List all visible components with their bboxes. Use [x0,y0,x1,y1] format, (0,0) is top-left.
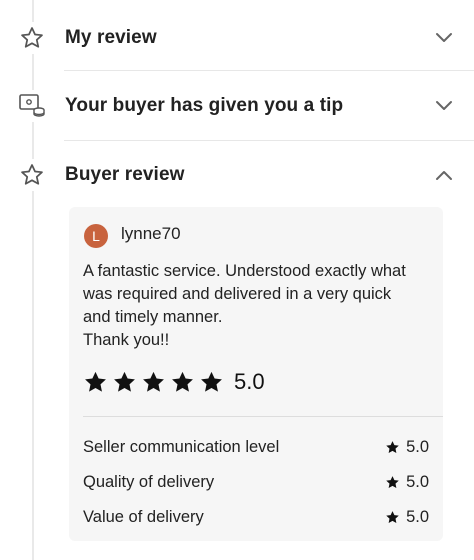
chevron-down-icon[interactable] [434,96,454,116]
rating-row-value: Value of delivery 5.0 [83,505,429,529]
card-divider [83,416,443,417]
star-outline-icon [16,159,48,191]
review-text-line: A fantastic service. Understood exactly … [83,262,406,280]
star-icon [143,371,164,392]
tip-money-icon [16,90,48,122]
chevron-down-icon[interactable] [434,28,454,48]
rating-row-communication: Seller communication level 5.0 [83,435,429,459]
rating-label: Value of delivery [83,507,204,526]
rating-value: 5.0 [385,438,429,457]
overall-star-rating: 5.0 [83,369,265,395]
star-icon [85,371,106,392]
review-text-line: was required and delivered in a very qui… [83,285,392,303]
section-divider [64,70,474,71]
star-icon [201,371,222,392]
avatar[interactable]: L [84,224,108,248]
chevron-up-icon[interactable] [434,165,454,185]
section-buyer-review[interactable]: Buyer review [0,141,474,209]
rating-label: Quality of delivery [83,472,215,491]
review-card: L lynne70 A fantastic service. Understoo… [69,207,443,541]
section-title: Your buyer has given you a tip [65,95,344,116]
review-text-line: Thank you!! [83,331,170,349]
star-icon [386,510,399,523]
star-icon [172,371,193,392]
star-icon [114,371,135,392]
section-title: Buyer review [65,164,185,185]
star-icon [386,475,399,488]
rating-number: 5.0 [406,472,429,491]
rating-number: 5.0 [406,507,429,526]
review-text: A fantastic service. Understood exactly … [83,260,433,352]
rating-number: 5.0 [406,437,429,456]
rating-value: 5.0 [385,473,429,492]
overall-rating-value: 5.0 [234,369,265,394]
section-title: My review [65,27,157,48]
section-buyer-tip[interactable]: Your buyer has given you a tip [0,72,474,140]
star-outline-icon [16,22,48,54]
review-text-line: and timely manner. [83,308,223,326]
section-my-review[interactable]: My review [0,4,474,72]
star-icon [386,440,399,453]
rating-row-quality: Quality of delivery 5.0 [83,470,429,494]
reviewer-username[interactable]: lynne70 [121,224,181,244]
rating-value: 5.0 [385,508,429,527]
rating-label: Seller communication level [83,437,280,456]
